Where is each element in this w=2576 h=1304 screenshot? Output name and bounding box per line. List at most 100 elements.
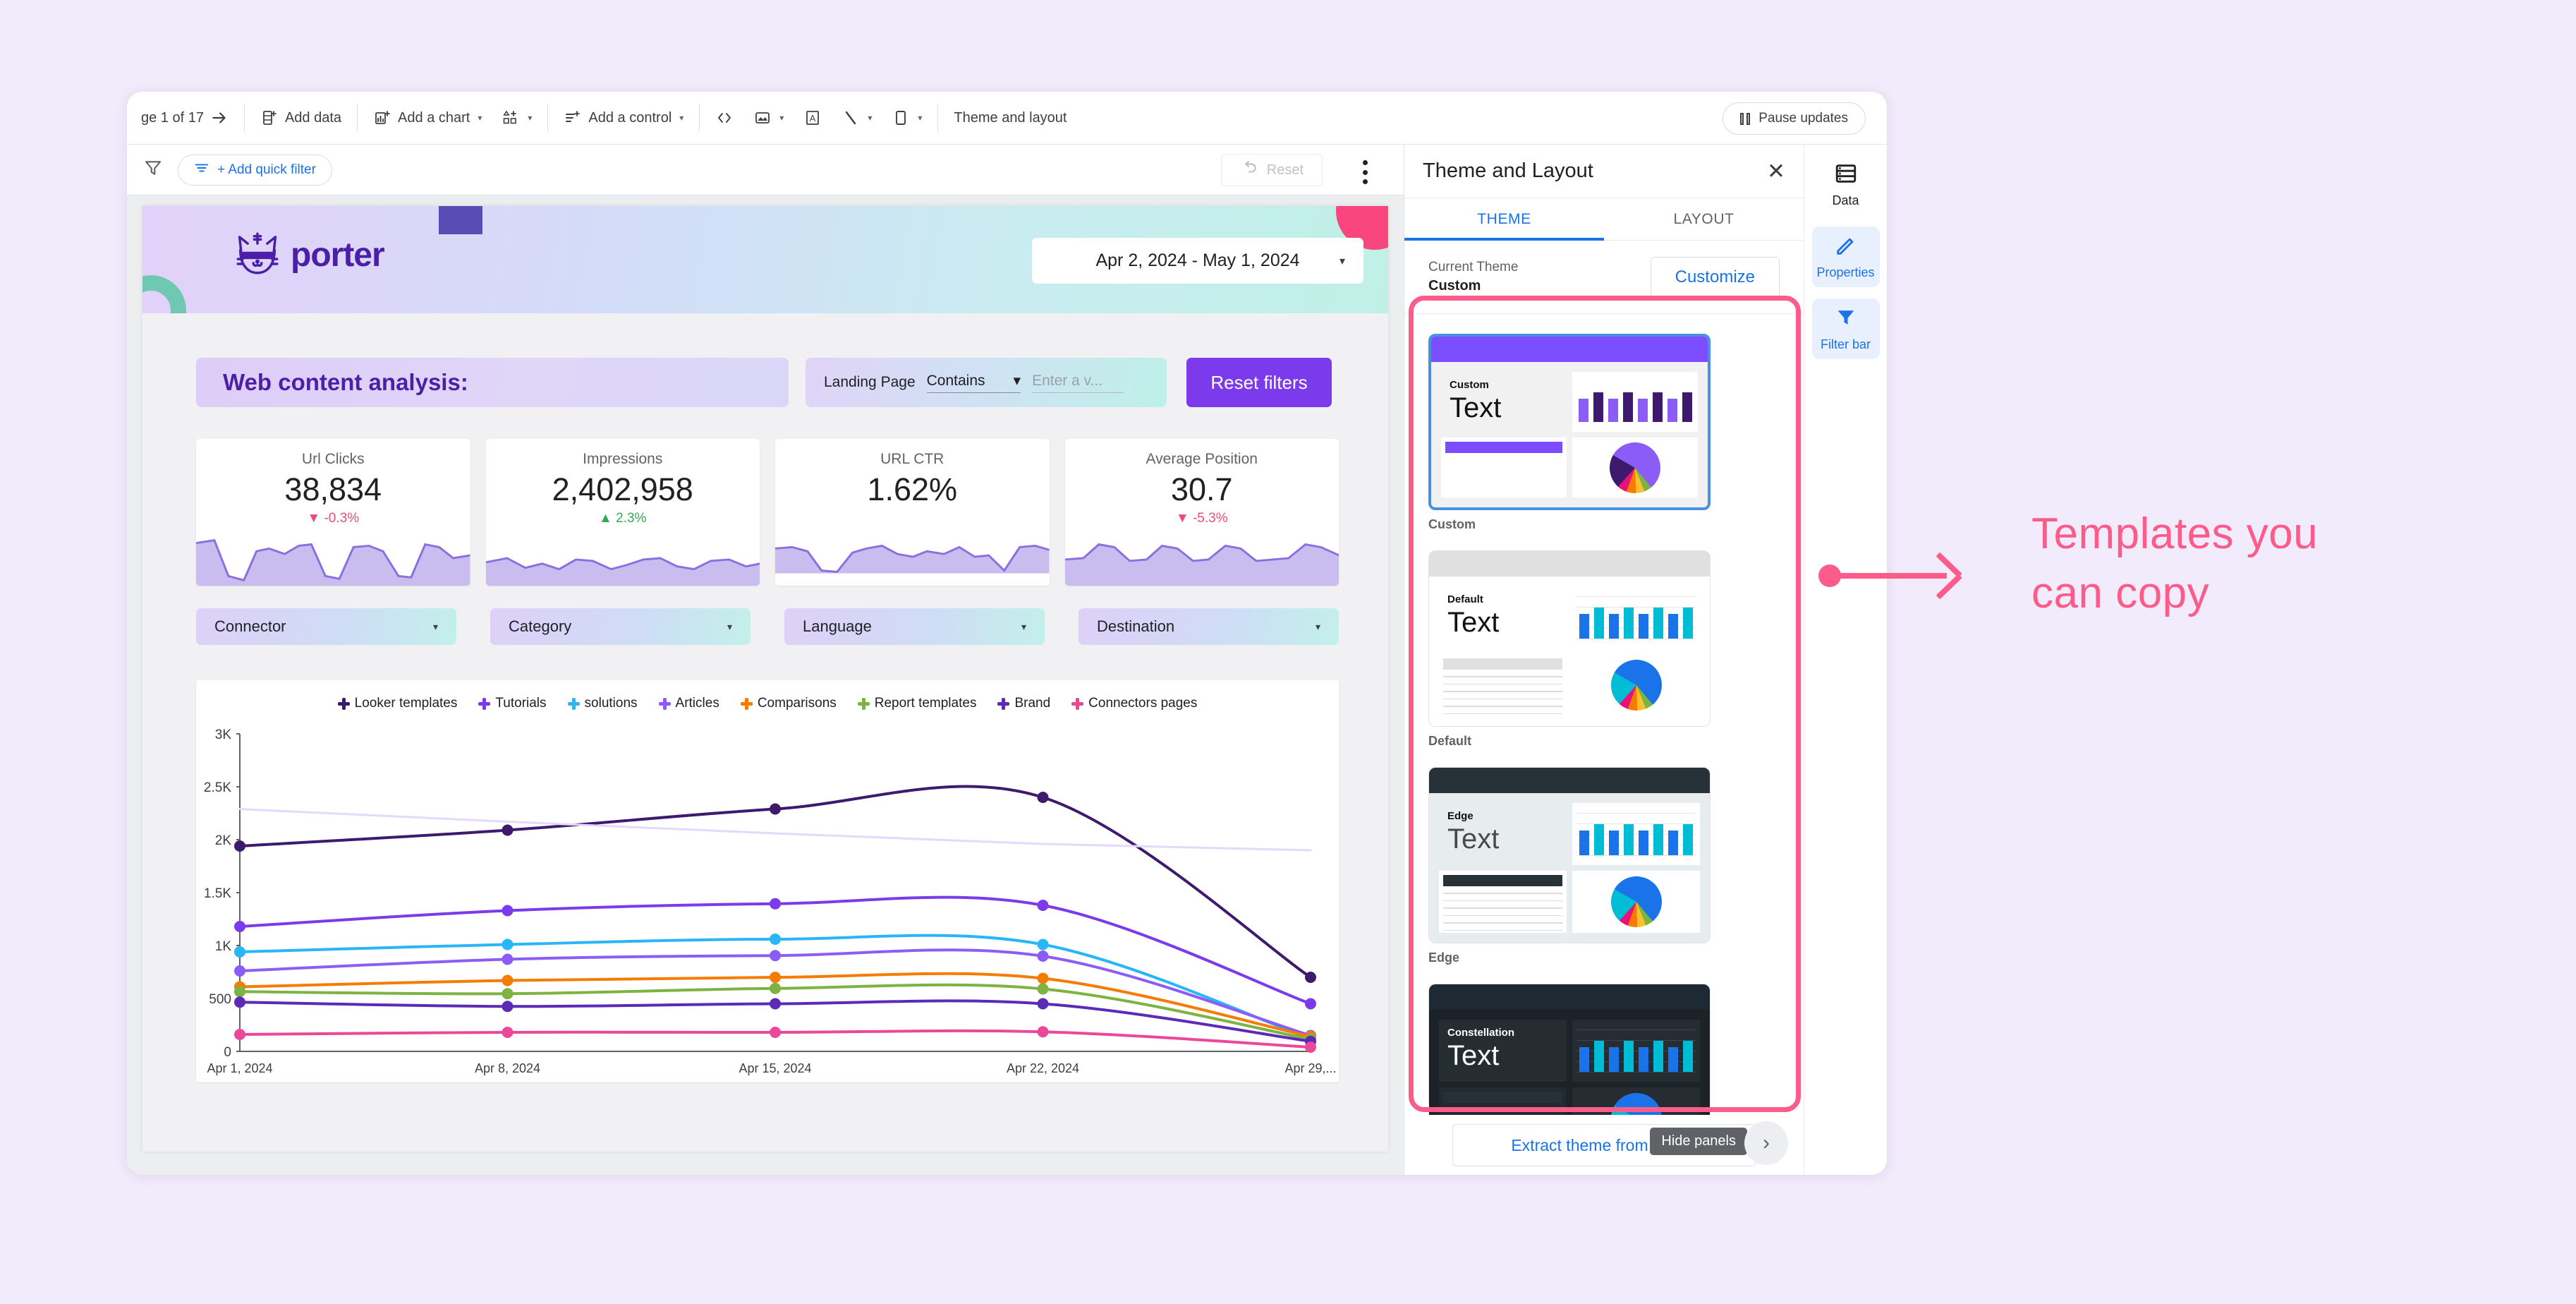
insert-image-button[interactable]: ▾ — [743, 99, 794, 136]
theme-item[interactable]: ConstellationTextConstellation — [1428, 984, 1780, 1115]
porter-logo: porter — [231, 227, 385, 283]
svg-text:3K: 3K — [215, 728, 232, 742]
scorecard[interactable]: Url Clicks 38,834 ▼ -0.3% — [196, 439, 470, 586]
chevron-down-icon[interactable]: ▾ — [727, 621, 732, 633]
theme-card-name: Constellation — [1447, 1027, 1515, 1039]
current-theme-value: Custom — [1428, 278, 1481, 294]
sparkline-chart — [775, 544, 1050, 574]
page-indicator[interactable]: ge 1 of 17 — [131, 99, 238, 136]
chevron-right-icon[interactable]: › — [1744, 1121, 1788, 1165]
scorecard[interactable]: URL CTR 1.62% — [775, 439, 1050, 586]
toolbar-divider-5 — [937, 104, 939, 131]
theme-list[interactable]: Custom Text Custom Default Text Default Edge Te… — [1404, 314, 1804, 1115]
rail-item-properties[interactable]: Properties — [1811, 227, 1880, 287]
theme-item[interactable]: Edge Text Edge — [1428, 767, 1780, 965]
theme-card-edge[interactable]: Edge Text — [1428, 767, 1711, 943]
landing-page-condition-select[interactable]: Contains ▾ — [926, 372, 1021, 393]
svg-text:0: 0 — [224, 1045, 231, 1060]
theme-card-constellation[interactable]: Constellation Text — [1428, 984, 1711, 1115]
add-chart-icon — [373, 109, 391, 127]
control-language[interactable]: Language ▾ — [784, 608, 1045, 645]
control-destination[interactable]: Destination ▾ — [1079, 608, 1339, 645]
shape-icon — [892, 109, 910, 127]
theme-item[interactable]: Default Text Default — [1428, 550, 1780, 749]
tab-layout[interactable]: LAYOUT — [1604, 198, 1804, 240]
landing-page-value-input[interactable]: Enter a v... — [1032, 373, 1124, 393]
legend-item[interactable]: Connectors pages — [1071, 696, 1197, 711]
legend-marker-icon — [567, 697, 580, 710]
rail-item-label: Filter bar — [1820, 337, 1871, 351]
time-series-chart[interactable]: Looker templates Tutorials solutions Articl… — [196, 680, 1339, 1082]
legend-label: Brand — [1014, 696, 1051, 711]
annotation-arrow-line — [1834, 573, 1947, 579]
chevron-down-icon[interactable]: ▾ — [1316, 621, 1320, 633]
image-icon — [753, 109, 772, 127]
theme-card-custom[interactable]: Custom Text — [1428, 334, 1711, 510]
close-icon[interactable]: ✕ — [1767, 160, 1785, 182]
scorecard[interactable]: Impressions 2,402,958 ▲ 2.3% — [485, 439, 760, 586]
legend-item[interactable]: Report templates — [857, 696, 976, 711]
theme-item[interactable]: Custom Text Custom — [1428, 334, 1780, 532]
pause-updates-button[interactable]: Pause updates — [1723, 102, 1866, 135]
kebab-menu-icon[interactable] — [1354, 160, 1375, 184]
legend-item[interactable]: Tutorials — [478, 696, 547, 711]
chevron-down-icon[interactable]: ▾ — [868, 113, 872, 123]
page-title: Web content analysis: — [196, 358, 789, 407]
date-range-value: Apr 2, 2024 - May 1, 2024 — [1095, 250, 1300, 270]
tab-theme[interactable]: THEME — [1404, 198, 1604, 241]
theme-card-bar-chart — [1572, 372, 1698, 432]
text-box-button[interactable]: A — [794, 99, 832, 136]
theme-card-default[interactable]: Default Text — [1428, 550, 1711, 727]
chevron-down-icon[interactable]: ▾ — [528, 113, 532, 123]
legend-item[interactable]: Comparisons — [740, 696, 837, 711]
add-chart-button[interactable]: Add a chart ▾ — [363, 99, 492, 136]
chevron-down-icon[interactable]: ▾ — [679, 113, 684, 123]
chevron-down-icon[interactable]: ▾ — [1021, 621, 1026, 633]
legend-marker-icon — [1071, 697, 1084, 710]
chevron-down-icon[interactable]: ▾ — [433, 621, 438, 633]
line-button[interactable]: ▾ — [832, 99, 882, 136]
legend-marker-icon — [857, 697, 870, 710]
arrow-right-icon[interactable] — [210, 109, 229, 127]
control-connector[interactable]: Connector ▾ — [196, 608, 456, 645]
control-category[interactable]: Category ▾ — [490, 608, 751, 645]
theme-card-text-cell: Default Text — [1439, 586, 1567, 648]
theme-card-pie-chart — [1572, 654, 1700, 716]
chevron-down-icon[interactable]: ▾ — [1014, 372, 1021, 390]
shape-button[interactable]: ▾ — [882, 99, 932, 136]
scorecard-label: Url Clicks — [301, 451, 365, 467]
add-quick-filter-button[interactable]: + Add quick filter — [178, 154, 332, 186]
theme-and-layout-button[interactable]: Theme and layout — [944, 99, 1076, 136]
add-community-viz-button[interactable]: ▾ — [492, 99, 542, 136]
chevron-down-icon[interactable]: ▾ — [1339, 254, 1345, 268]
reset-button[interactable]: Reset — [1220, 154, 1323, 186]
chevron-down-icon[interactable]: ▾ — [918, 113, 922, 123]
add-data-icon — [260, 109, 279, 127]
theme-card-sample-text: Text — [1447, 1040, 1500, 1071]
rail-item-label: Data — [1832, 193, 1859, 207]
scorecard[interactable]: Average Position 30.7 ▼ -5.3% — [1064, 439, 1339, 586]
panel-header: Theme and Layout ✕ — [1404, 145, 1804, 198]
date-range-control[interactable]: Apr 2, 2024 - May 1, 2024 ▾ — [1032, 238, 1363, 284]
filter-icon[interactable] — [142, 157, 164, 182]
legend-item[interactable]: Looker templates — [337, 696, 457, 711]
add-data-button[interactable]: Add data — [250, 99, 351, 136]
reset-filters-button[interactable]: Reset filters — [1186, 358, 1332, 407]
chevron-down-icon[interactable]: ▾ — [779, 113, 784, 123]
add-control-button[interactable]: Add a control ▾ — [554, 99, 693, 136]
embed-code-button[interactable] — [705, 99, 743, 136]
landing-page-condition-value: Contains — [926, 372, 985, 389]
legend-item[interactable]: Brand — [997, 696, 1050, 711]
customize-button[interactable]: Customize — [1650, 256, 1780, 298]
tab-layout-label: LAYOUT — [1673, 210, 1734, 227]
scorecard-delta — [775, 511, 1050, 526]
control-label: Destination — [1097, 617, 1175, 635]
theme-card-header-bar — [1431, 337, 1708, 362]
svg-text:1.5K: 1.5K — [204, 886, 231, 901]
theme-card-header-bar — [1429, 768, 1710, 793]
rail-item-filter-bar[interactable]: Filter bar — [1811, 298, 1880, 359]
chevron-down-icon[interactable]: ▾ — [478, 113, 482, 123]
legend-item[interactable]: Articles — [658, 696, 719, 711]
rail-item-data[interactable]: Data — [1812, 155, 1880, 215]
legend-item[interactable]: solutions — [567, 696, 638, 711]
